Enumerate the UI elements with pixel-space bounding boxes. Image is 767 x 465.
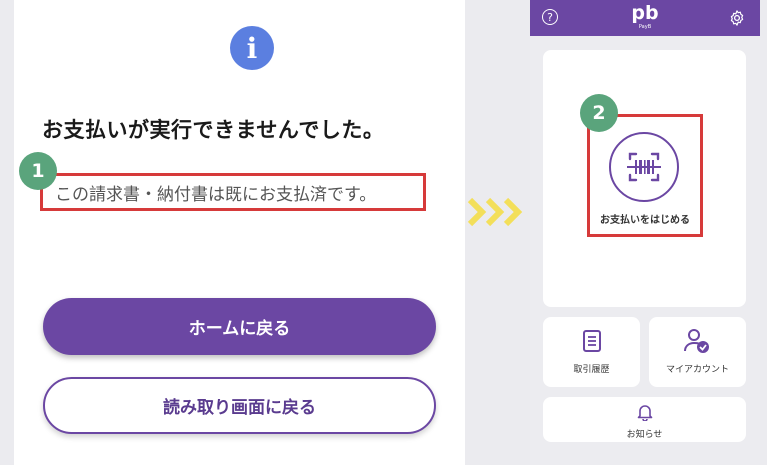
scan-button[interactable]: [609, 132, 679, 202]
info-icon: i: [230, 26, 274, 70]
app-header: ? pb PayB: [530, 0, 760, 36]
my-account-tile[interactable]: マイアカウント: [649, 317, 746, 387]
document-list-icon: [583, 330, 601, 352]
chevron-right-arrows-icon: [467, 197, 523, 227]
start-payment-label: お支払いをはじめる: [600, 215, 690, 226]
transaction-history-label: 取引履歴: [573, 365, 610, 375]
step-badge-1: 1: [19, 152, 57, 190]
bell-icon: [637, 405, 653, 421]
app-logo: pb: [631, 2, 659, 24]
message-highlight-box: この請求書・納付書は既にお支払済です。: [40, 173, 426, 211]
payment-error-screen: i お支払いが実行できませんでした。 この請求書・納付書は既にお支払済です。 1…: [14, 0, 465, 465]
help-icon[interactable]: ?: [542, 9, 558, 25]
app-logo-subtitle: PayB: [638, 24, 652, 30]
error-title: お支払いが実行できませんでした。: [42, 118, 385, 142]
home-button[interactable]: ホームに戻る: [43, 298, 436, 355]
notifications-label: お知らせ: [626, 430, 663, 440]
home-screen: ? pb PayB お支払いをはじめる 2 取引履歴 マイアカウント お知らせ: [530, 0, 760, 465]
barcode-scan-icon: [627, 152, 661, 182]
my-account-label: マイアカウント: [665, 365, 729, 375]
back-to-scan-button[interactable]: 読み取り画面に戻る: [43, 377, 436, 434]
transaction-history-tile[interactable]: 取引履歴: [543, 317, 640, 387]
notifications-tile[interactable]: お知らせ: [543, 397, 746, 442]
user-check-icon: [684, 329, 709, 353]
gear-icon[interactable]: [728, 9, 746, 27]
error-message: この請求書・納付書は既にお支払済です。: [55, 184, 377, 205]
step-badge-2: 2: [580, 94, 618, 132]
